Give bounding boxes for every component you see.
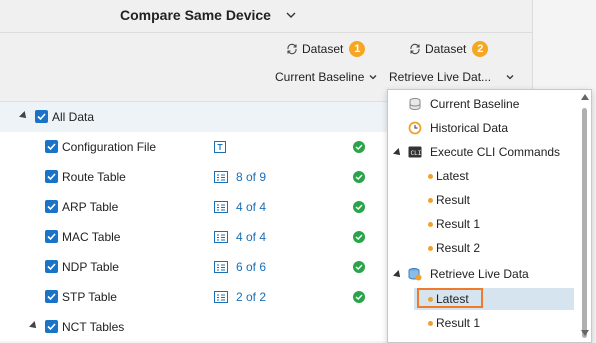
live-data-icon <box>408 268 422 281</box>
dataset-2-label: Dataset <box>425 42 467 56</box>
row-count-link[interactable]: 6 of 6 <box>236 260 266 274</box>
menu-item-label: Historical Data <box>430 121 509 135</box>
tree-label: NCT Tables <box>62 320 125 334</box>
menu-item-label: Execute CLI Commands <box>430 145 561 159</box>
menu-item-live-result-1[interactable]: Result 1 <box>388 311 578 335</box>
tree-label: ARP Table <box>62 200 119 214</box>
collapse-arrow-icon[interactable] <box>19 111 29 121</box>
checkbox[interactable] <box>45 260 58 273</box>
menu-item-label: Result 1 <box>436 217 481 231</box>
row-count-link[interactable]: 4 of 4 <box>236 200 266 214</box>
table-list-icon[interactable] <box>214 171 228 183</box>
success-check-icon <box>353 171 365 183</box>
svg-text:CLI: CLI <box>411 150 422 157</box>
bullet-icon <box>428 174 433 179</box>
chevron-down-icon[interactable] <box>284 8 298 22</box>
cli-icon: CLI <box>408 146 422 158</box>
dataset-2-dropdown-menu: Current Baseline Historical Data CLI Exe… <box>387 89 592 343</box>
table-list-icon[interactable] <box>214 291 228 303</box>
menu-item-label: Latest <box>436 169 469 183</box>
tree-label: STP Table <box>62 290 117 304</box>
scroll-down-arrow-icon[interactable] <box>581 330 589 336</box>
success-check-icon <box>353 231 365 243</box>
bullet-icon <box>428 246 433 251</box>
checkbox[interactable] <box>45 140 58 153</box>
focus-outline <box>417 288 483 308</box>
menu-item-cli-latest[interactable]: Latest <box>388 164 578 188</box>
collapse-arrow-icon[interactable] <box>29 321 39 331</box>
success-check-icon <box>353 201 365 213</box>
tree-label: Configuration File <box>62 140 157 154</box>
success-check-icon <box>353 261 365 273</box>
checkbox[interactable] <box>45 290 58 303</box>
refresh-icon <box>410 43 420 55</box>
table-list-icon[interactable] <box>214 201 228 213</box>
row-count-link[interactable]: 2 of 2 <box>236 290 266 304</box>
menu-item-label: Current Baseline <box>430 97 520 111</box>
clock-icon <box>408 121 422 135</box>
refresh-icon <box>287 43 297 55</box>
table-list-icon[interactable] <box>214 231 228 243</box>
success-check-icon <box>353 291 365 303</box>
menu-item-execute-cli-commands[interactable]: CLI Execute CLI Commands <box>388 140 578 164</box>
checkbox[interactable] <box>45 200 58 213</box>
tree-label: MAC Table <box>62 230 121 244</box>
collapse-arrow-icon[interactable] <box>393 148 403 158</box>
row-count-link[interactable]: 4 of 4 <box>236 230 266 244</box>
menu-item-label: Result 2 <box>436 241 481 255</box>
tree-label: All Data <box>52 110 95 124</box>
bullet-icon <box>428 198 433 203</box>
dataset-2-select[interactable]: Retrieve Live Dat... <box>389 69 515 85</box>
page-title: Compare Same Device <box>120 7 271 23</box>
database-icon <box>409 98 421 110</box>
text-file-icon[interactable] <box>214 141 226 153</box>
chevron-down-icon <box>506 75 514 80</box>
menu-item-current-baseline[interactable]: Current Baseline <box>388 92 578 116</box>
dataset-2-badge: 2 <box>472 41 489 57</box>
success-check-icon <box>353 141 365 153</box>
menu-item-cli-result[interactable]: Result <box>388 188 578 212</box>
menu-item-cli-result-2[interactable]: Result 2 <box>388 236 578 260</box>
collapse-arrow-icon[interactable] <box>393 270 403 280</box>
tree-label: Route Table <box>62 170 126 184</box>
dataset-1-button[interactable]: Dataset 1 <box>286 40 366 58</box>
dataset-1-select[interactable]: Current Baseline <box>275 69 378 85</box>
bullet-icon <box>428 321 433 326</box>
tree-label: NDP Table <box>62 260 119 274</box>
menu-item-retrieve-live-data[interactable]: Retrieve Live Data <box>388 262 578 286</box>
menu-item-label: Result <box>436 193 471 207</box>
scroll-up-arrow-icon[interactable] <box>581 94 589 100</box>
bullet-icon <box>428 222 433 227</box>
row-count-link[interactable]: 8 of 9 <box>236 170 266 184</box>
dataset-2-selected: Retrieve Live Dat... <box>389 70 492 84</box>
dataset-2-button[interactable]: Dataset 2 <box>409 40 489 58</box>
dataset-1-badge: 1 <box>349 41 366 57</box>
menu-item-cli-result-1[interactable]: Result 1 <box>388 212 578 236</box>
dataset-1-selected: Current Baseline <box>275 70 365 84</box>
checkbox[interactable] <box>45 170 58 183</box>
checkbox[interactable] <box>45 230 58 243</box>
menu-item-label: Retrieve Live Data <box>430 267 529 281</box>
chevron-down-icon <box>369 75 377 80</box>
menu-item-historical-data[interactable]: Historical Data <box>388 116 578 140</box>
checkbox[interactable] <box>45 320 58 333</box>
menu-item-label: Result 1 <box>436 316 481 330</box>
table-list-icon[interactable] <box>214 261 228 273</box>
scrollbar-thumb[interactable] <box>582 108 587 338</box>
title-bar: Compare Same Device <box>0 0 532 33</box>
checkbox[interactable] <box>35 110 48 123</box>
dataset-1-label: Dataset <box>302 42 344 56</box>
